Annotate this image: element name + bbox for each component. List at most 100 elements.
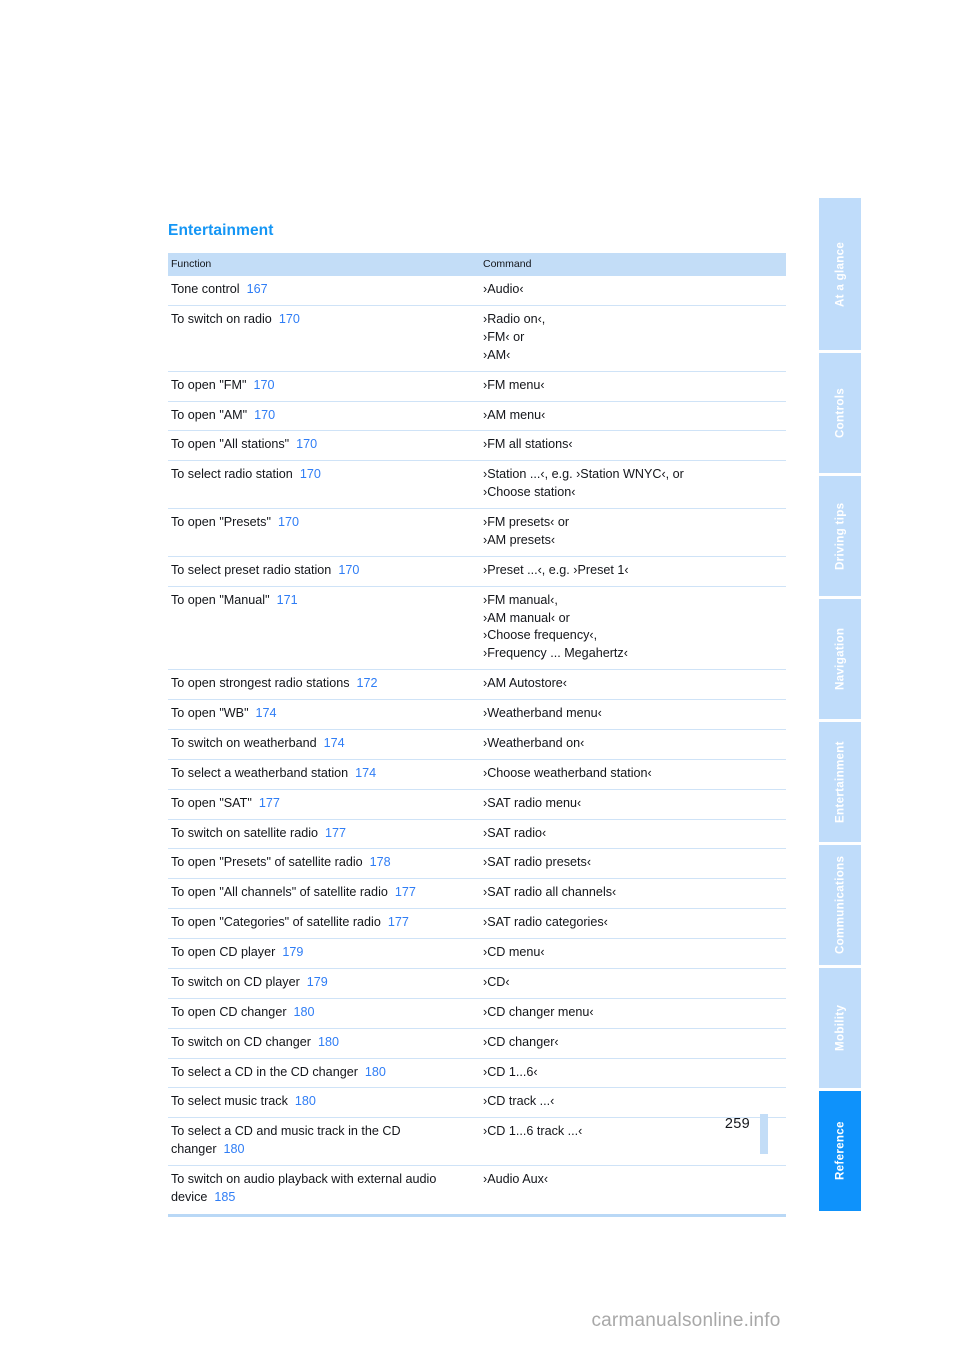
voice-command-line: ›CD changer menu‹ — [483, 1004, 594, 1019]
chapter-tab-mobility[interactable]: Mobility — [819, 968, 861, 1088]
table-row: To switch on audio playback with externa… — [168, 1166, 786, 1213]
page-reference-link[interactable]: 177 — [318, 826, 346, 840]
cell-function: To select a CD in the CD changer 180 — [168, 1058, 480, 1088]
cell-command: ›CD‹ — [480, 968, 786, 998]
table-row: To open "Presets" 170 ›FM presets‹ or ›AM p… — [168, 509, 786, 557]
page-reference-link[interactable]: 170 — [289, 437, 317, 451]
chapter-tab-communications[interactable]: Communications — [819, 845, 861, 965]
table-row: To select radio station 170 ›Station ...‹,… — [168, 461, 786, 509]
chapter-tab-reference[interactable]: Reference — [819, 1091, 861, 1211]
chapter-tab-label: Reference — [833, 1121, 847, 1181]
page-reference-link[interactable]: 174 — [317, 736, 345, 750]
page-reference-link[interactable]: 178 — [363, 855, 391, 869]
page-reference-link[interactable]: 177 — [381, 915, 409, 929]
voice-command-line: ›Preset ...‹, e.g. ›Preset 1‹ — [483, 562, 629, 577]
cell-command: ›Weatherband on‹ — [480, 729, 786, 759]
page-reference-link[interactable]: 171 — [270, 593, 298, 607]
function-label: To open "Presets" of satellite radio — [171, 855, 363, 870]
cell-function: To open CD player 179 — [168, 939, 480, 969]
voice-command-line: ›Choose frequency‹, — [483, 628, 598, 643]
function-label: To open "SAT" — [171, 795, 252, 810]
cell-command: ›Audio‹ — [480, 276, 786, 305]
voice-command-line: ›Weatherband on‹ — [483, 735, 585, 750]
cell-function: To select preset radio station 170 — [168, 556, 480, 586]
chapter-tab-label: Controls — [833, 387, 847, 439]
chapter-tab-driving-tips[interactable]: Driving tips — [819, 476, 861, 596]
source-watermark: carmanualsonline.info — [0, 1310, 960, 1332]
column-header-function: Function — [171, 258, 212, 271]
cell-function: To open "FM" 170 — [168, 371, 480, 401]
page-reference-link[interactable]: 170 — [272, 312, 300, 326]
chapter-tab-navigation[interactable]: Navigation — [819, 599, 861, 719]
table-row: To open "Categories" of satellite radio 1… — [168, 909, 786, 939]
column-header-command: Command — [483, 258, 532, 271]
table-row: To open "FM" 170 ›FM menu‹ — [168, 371, 786, 402]
page-reference-link[interactable]: 179 — [275, 945, 303, 959]
page-reference-link[interactable]: 167 — [240, 282, 268, 296]
cell-command: ›Audio Aux‹ — [480, 1166, 786, 1213]
cell-function: To open "All stations" 170 — [168, 431, 480, 461]
function-label: To open strongest radio stations — [171, 676, 350, 691]
table-row: To open "Manual" 171 ›FM manual‹, ›AM manua… — [168, 586, 786, 670]
page-title: Entertainment — [168, 222, 274, 239]
chapter-tab-label: Mobility — [833, 1004, 847, 1052]
voice-command-line: ›AM menu‹ — [483, 407, 546, 422]
voice-command-line: ›CD menu‹ — [483, 945, 545, 960]
voice-command-line: ›FM‹ or — [483, 329, 525, 344]
page-reference-link[interactable]: 180 — [287, 1005, 315, 1019]
page-reference-link[interactable]: 177 — [388, 885, 416, 899]
page-reference-link[interactable]: 180 — [288, 1094, 316, 1108]
voice-command-line: ›AM‹ — [483, 347, 511, 362]
chapter-tab-rail: At a glance Controls Driving tips Navigatio… — [819, 198, 861, 1214]
table-row: To select a weatherband station 174 ›Choos… — [168, 759, 786, 790]
page-reference-link[interactable]: 174 — [249, 706, 277, 720]
cell-function: To switch on weatherband 174 — [168, 729, 480, 759]
function-label: To select music track — [171, 1094, 288, 1109]
cell-function: To open CD changer 180 — [168, 998, 480, 1028]
page-reference-link[interactable]: 170 — [331, 563, 359, 577]
table-body: Tone control 167 ›Audio‹ To switch on radio… — [168, 276, 786, 1213]
watermark-text: carmanualsonline.info — [591, 1310, 781, 1331]
page-reference-link[interactable]: 185 — [207, 1190, 235, 1204]
function-label: To switch on radio — [171, 312, 272, 327]
page-reference-link[interactable]: 170 — [246, 378, 274, 392]
chapter-tab-label: At a glance — [833, 241, 847, 307]
function-label: To open "All stations" — [171, 437, 290, 452]
page-content: Entertainment Function Command Tone cont… — [168, 222, 786, 1217]
cell-command: ›SAT radio menu‹ — [480, 789, 786, 819]
page-reference-link[interactable]: 177 — [252, 796, 280, 810]
page-reference-link[interactable]: 180 — [311, 1035, 339, 1049]
voice-command-line: ›Radio on‹, — [483, 312, 546, 327]
table-row: To switch on CD changer 180 ›CD changer‹ — [168, 1028, 786, 1059]
table-row: To switch on radio 170 ›Radio on‹, ›FM‹ or ›… — [168, 306, 786, 372]
cell-command: ›FM all stations‹ — [480, 431, 786, 461]
table-row: Tone control 167 ›Audio‹ — [168, 276, 786, 306]
chapter-tab-controls[interactable]: Controls — [819, 353, 861, 473]
cell-command: ›CD changer menu‹ — [480, 998, 786, 1028]
page-reference-link[interactable]: 179 — [300, 975, 328, 989]
cell-function: To open "All channels" of satellite radi… — [168, 879, 480, 909]
function-label: To open "All channels" of satellite radi… — [171, 885, 388, 900]
voice-command-line: ›Choose station‹ — [483, 485, 576, 500]
table-row: To select a CD in the CD changer 180 ›CD 1… — [168, 1058, 786, 1088]
chapter-tab-at-a-glance[interactable]: At a glance — [819, 198, 861, 350]
function-label: To open "Presets" — [171, 515, 271, 530]
cell-command: ›SAT radio‹ — [480, 819, 786, 849]
table-row: To open "SAT" 177 ›SAT radio menu‹ — [168, 789, 786, 820]
voice-command-line: ›Audio Aux‹ — [483, 1172, 549, 1187]
page-reference-link[interactable]: 172 — [350, 676, 378, 690]
page-reference-link[interactable]: 180 — [358, 1065, 386, 1079]
page-number: 259 — [724, 1116, 750, 1132]
page-reference-link[interactable]: 170 — [247, 408, 275, 422]
cell-function: To open "Manual" 171 — [168, 586, 480, 670]
page-reference-link[interactable]: 170 — [271, 515, 299, 529]
cell-command: ›CD changer‹ — [480, 1028, 786, 1058]
cell-command: ›Preset ...‹, e.g. ›Preset 1‹ — [480, 556, 786, 586]
cell-function: To switch on audio playback with externa… — [168, 1166, 480, 1213]
table-header-row: Function Command — [168, 253, 786, 277]
page-footer: 259 — [168, 1108, 786, 1154]
page-reference-link[interactable]: 170 — [293, 467, 321, 481]
page-reference-link[interactable]: 174 — [348, 766, 376, 780]
cell-function: To open "WB" 174 — [168, 700, 480, 730]
chapter-tab-entertainment[interactable]: Entertainment — [819, 722, 861, 842]
